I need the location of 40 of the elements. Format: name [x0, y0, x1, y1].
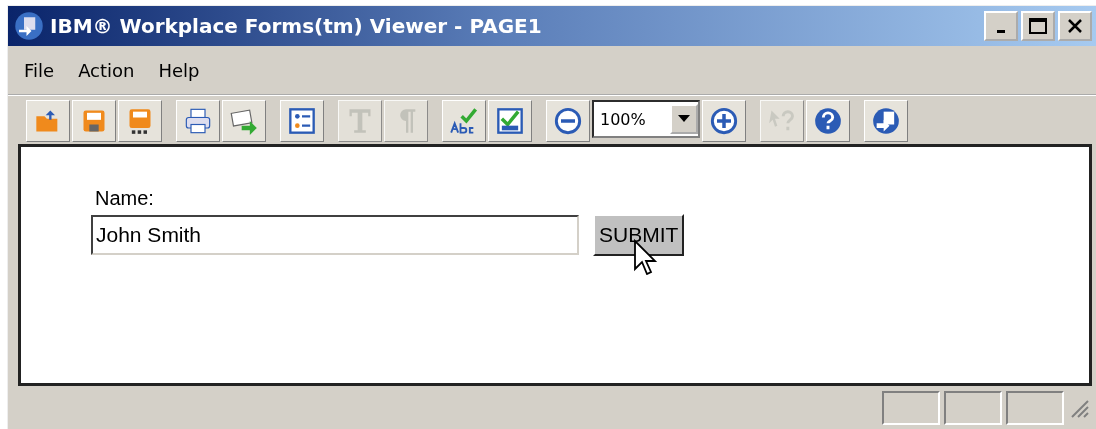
help-icon [814, 107, 842, 135]
minimize-button[interactable] [984, 11, 1018, 41]
zoom-in-icon [710, 107, 738, 135]
status-panel [1006, 391, 1064, 425]
printer-icon [184, 107, 212, 135]
status-panel [944, 391, 1002, 425]
toolbar-button[interactable] [118, 100, 162, 142]
window-title: IBM® Workplace Forms(tm) Viewer - PAGE1 [50, 14, 543, 38]
menu-item[interactable]: File [24, 59, 55, 81]
exit-icon [872, 107, 900, 135]
toolbar-button[interactable] [26, 100, 70, 142]
toolbar-button[interactable] [702, 100, 746, 142]
toolbar-button[interactable] [176, 100, 220, 142]
zoom-out-icon [554, 107, 582, 135]
close-icon [1067, 18, 1083, 34]
zoom-dropdown[interactable]: 100% [592, 100, 700, 138]
field-label: Name: [95, 187, 155, 210]
menu-item[interactable]: Action [78, 59, 135, 81]
close-button[interactable] [1058, 11, 1092, 41]
send-icon [230, 107, 258, 135]
toolbar-button[interactable] [222, 100, 266, 142]
minimize-icon [997, 29, 1005, 33]
toolbar-button[interactable] [488, 100, 532, 142]
check-form-icon [496, 107, 524, 135]
toolbar-button[interactable] [280, 100, 324, 142]
app-icon [14, 11, 44, 41]
caret-icon [678, 115, 690, 123]
spellcheck-icon [450, 107, 478, 135]
toolbar-button[interactable] [864, 100, 908, 142]
name-field[interactable]: John Smith [91, 215, 579, 255]
toolbar-button[interactable] [546, 100, 590, 142]
menu-item[interactable]: Help [158, 59, 200, 81]
status-panel [882, 391, 940, 425]
form-list-icon [288, 107, 316, 135]
dropdown-arrow-button[interactable] [670, 104, 698, 134]
toolbar-button[interactable] [442, 100, 486, 142]
toolbar-button[interactable] [72, 100, 116, 142]
maximize-button[interactable] [1021, 11, 1055, 41]
toolbar-button[interactable] [806, 100, 850, 142]
maximize-icon [1029, 18, 1047, 34]
